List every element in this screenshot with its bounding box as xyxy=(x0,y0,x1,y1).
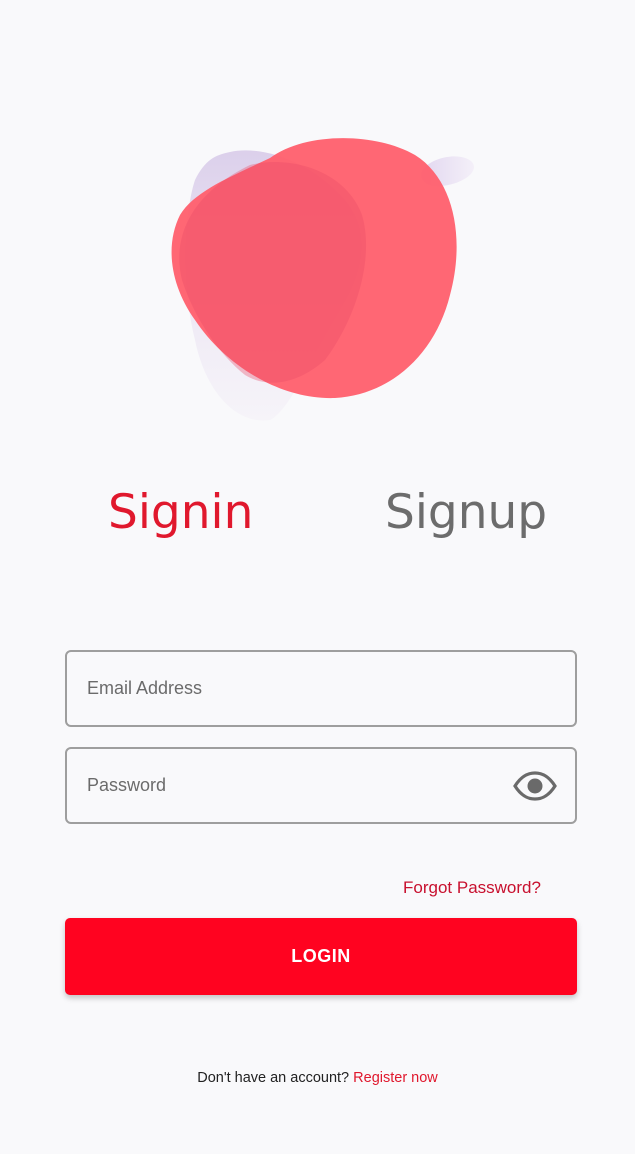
forgot-password-link[interactable]: Forgot Password? xyxy=(403,878,541,898)
hero-blob-illustration xyxy=(171,138,474,421)
register-prompt: Don't have an account? Register now xyxy=(0,1070,635,1086)
tab-signin[interactable]: Signin xyxy=(108,480,253,546)
email-field[interactable] xyxy=(67,652,575,725)
auth-tabs: Signin Signup xyxy=(0,480,635,550)
password-field[interactable] xyxy=(67,749,575,822)
tab-signup[interactable]: Signup xyxy=(385,480,547,546)
eye-icon[interactable] xyxy=(513,771,557,801)
login-button[interactable]: LOGIN xyxy=(65,918,577,995)
signin-screen: Signin Signup Forgot Password? LOGIN Don… xyxy=(0,0,635,1154)
password-field-container xyxy=(65,747,577,824)
email-field-container xyxy=(65,650,577,727)
register-now-link[interactable]: Register now xyxy=(353,1070,438,1086)
register-prompt-text: Don't have an account? xyxy=(197,1070,350,1086)
